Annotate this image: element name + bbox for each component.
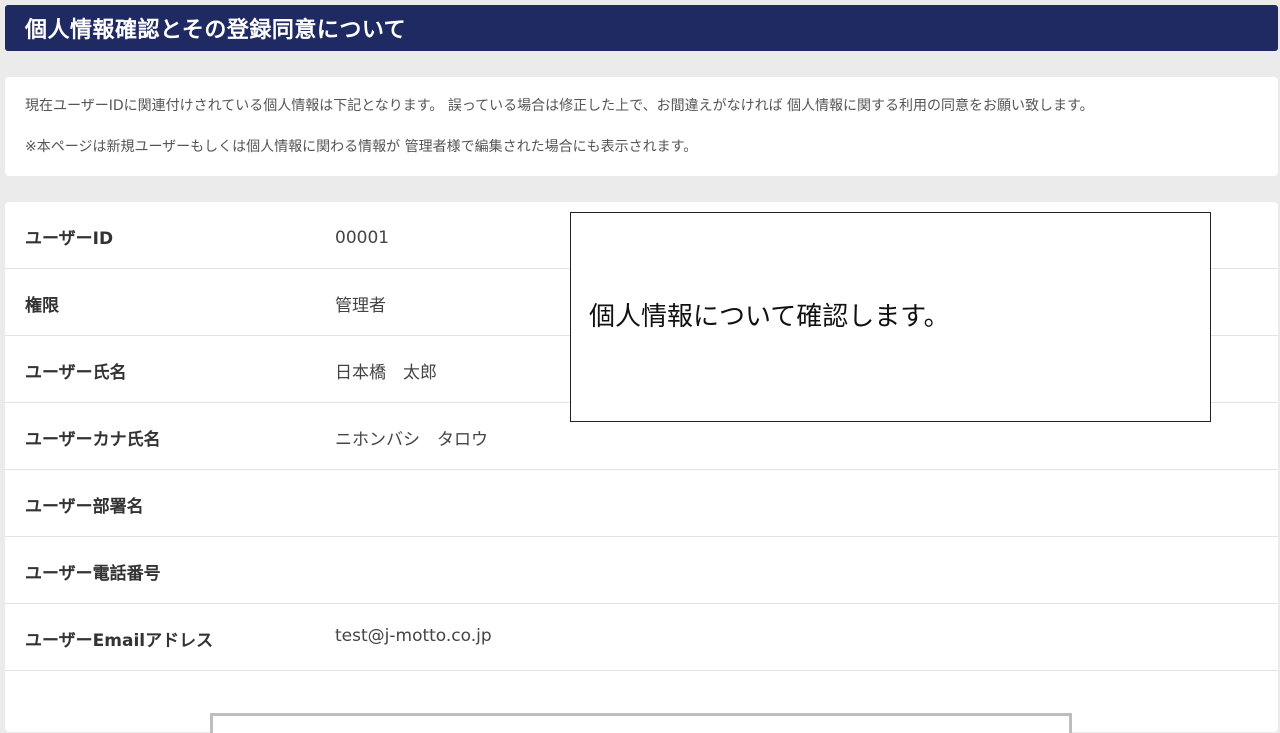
user-email-label: ユーザーEmailアドレス [25, 631, 214, 651]
user-email-value: test@j-motto.co.jp [335, 626, 492, 646]
callout-box: 個人情報について確認します。 [570, 212, 1211, 422]
notice-text-2: ※本ページは新規ユーザーもしくは個人情報に関わる情報が 管理者様で編集された場合… [25, 139, 698, 155]
callout-text: 個人情報について確認します。 [589, 301, 950, 332]
user-kana-name-value: ニホンバシ タロウ [335, 430, 488, 450]
role-value: 管理者 [335, 296, 386, 316]
user-phone-row: ユーザー電話番号 [5, 537, 1278, 604]
role-label: 権限 [25, 296, 59, 316]
user-email-row: ユーザーEmailアドレス test@j-motto.co.jp [5, 604, 1278, 671]
page-title: 個人情報確認とその登録同意について [25, 18, 407, 43]
user-name-value: 日本橋 太郎 [335, 363, 437, 383]
page-header: 個人情報確認とその登録同意について [5, 5, 1278, 51]
notice-panel: 現在ユーザーIDに関連付けされている個人情報は下記となります。 誤っている場合は… [5, 77, 1278, 176]
user-name-label: ユーザー氏名 [25, 363, 127, 383]
user-phone-label: ユーザー電話番号 [25, 564, 161, 584]
user-department-row: ユーザー部署名 [5, 470, 1278, 537]
user-id-label: ユーザーID [25, 229, 114, 249]
agree-button[interactable] [210, 713, 1072, 733]
user-id-value: 00001 [335, 228, 390, 248]
notice-text-1: 現在ユーザーIDに関連付けされている個人情報は下記となります。 誤っている場合は… [25, 98, 1094, 114]
user-department-label: ユーザー部署名 [25, 497, 144, 517]
user-kana-name-label: ユーザーカナ氏名 [25, 430, 161, 450]
